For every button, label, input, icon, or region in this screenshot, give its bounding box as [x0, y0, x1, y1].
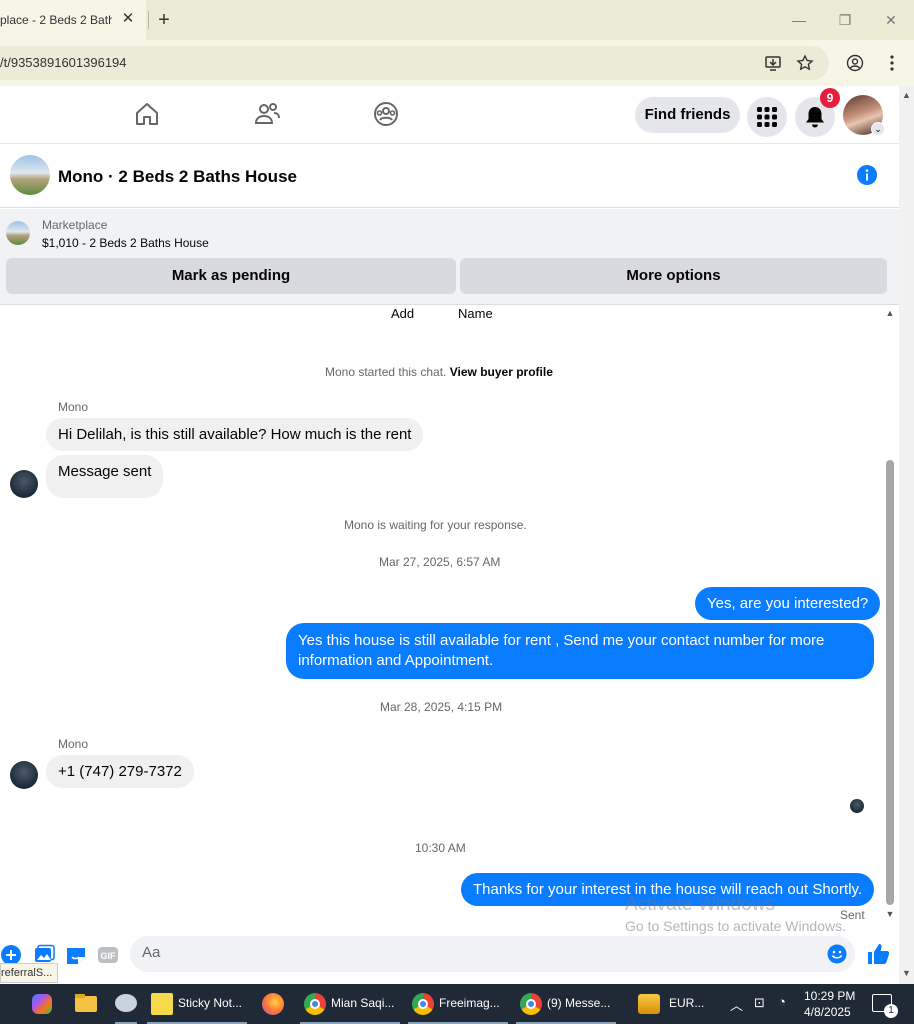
close-window-icon[interactable]: ✕	[881, 10, 901, 30]
taskbar-item-chrome-2[interactable]: Freeimag...	[408, 984, 508, 1024]
thumbs-up-icon[interactable]	[866, 942, 890, 966]
timestamp: 10:30 AM	[415, 841, 466, 855]
chevron-down-icon[interactable]: ⌄	[871, 122, 885, 136]
timestamp: Mar 28, 2025, 4:15 PM	[380, 700, 503, 714]
incoming-message[interactable]: Hi Delilah, is this still available? How…	[46, 418, 424, 451]
scroll-down-icon[interactable]: ▼	[885, 909, 895, 919]
outgoing-message[interactable]: Yes, are you interested?	[695, 587, 881, 620]
notification-center-badge: 1	[884, 1004, 898, 1018]
taskbar-item-sticky-notes[interactable]: Sticky Not...	[147, 984, 247, 1024]
sender-avatar[interactable]	[10, 470, 38, 498]
chat-header: Mono · 2 Beds 2 Baths House	[0, 145, 899, 208]
taskbar-item-currency-widget[interactable]: EUR...	[636, 984, 716, 1024]
activate-windows-watermark: Activate Windows	[625, 894, 775, 915]
groups-icon[interactable]	[372, 100, 400, 128]
sender-name: Mono	[58, 400, 89, 414]
page-scrollbar[interactable]: ▲ ▼	[899, 86, 914, 984]
home-icon[interactable]	[133, 100, 161, 128]
firefox-taskbar-icon[interactable]	[261, 984, 285, 1024]
scrollbar-thumb[interactable]	[886, 460, 894, 905]
taskbar-label: EUR...	[669, 996, 705, 1010]
grid-menu-icon	[757, 107, 777, 127]
info-icon[interactable]	[856, 164, 878, 186]
address-bar-row: /t/9353891601396194	[0, 40, 914, 86]
menu-button[interactable]	[747, 97, 787, 137]
sent-status: Sent	[840, 908, 865, 922]
marketplace-label: Marketplace	[42, 218, 108, 232]
view-buyer-profile-link[interactable]: View buyer profile	[450, 365, 553, 379]
mark-as-pending-button[interactable]: Mark as pending	[6, 258, 456, 294]
windows-taskbar: Sticky Not... Mian Saqi... Freeimag... (…	[0, 984, 914, 1024]
sender-avatar[interactable]	[10, 761, 38, 789]
add-label: Add	[391, 306, 415, 321]
taskbar-item-chrome-1[interactable]: Mian Saqi...	[300, 984, 400, 1024]
bell-icon	[806, 107, 824, 128]
chat-started-note: Mono started this chat. View buyer profi…	[325, 365, 553, 379]
incoming-message[interactable]: +1 (747) 279-7372	[46, 755, 194, 788]
incoming-message[interactable]: Message sent	[46, 455, 164, 498]
new-tab-button[interactable]: +	[155, 10, 173, 30]
paint-taskbar-icon[interactable]	[113, 984, 139, 1024]
scroll-down-icon[interactable]: ▼	[902, 968, 911, 978]
sticker-icon[interactable]	[65, 944, 87, 966]
friends-icon[interactable]	[253, 100, 281, 128]
find-friends-button[interactable]: Find friends	[635, 97, 740, 133]
taskbar-label: (9) Messe...	[547, 996, 611, 1010]
tab-title: place - 2 Beds 2 Bath	[0, 13, 112, 27]
emoji-icon[interactable]	[827, 944, 847, 964]
waiting-note: Mono is waiting for your response.	[344, 518, 527, 532]
clock-time: 10:29 PM	[804, 989, 856, 1003]
omnibox[interactable]: /t/9353891601396194	[0, 46, 829, 80]
activate-windows-subtext: Go to Settings to activate Windows.	[625, 918, 846, 934]
timestamp: Mar 27, 2025, 6:57 AM	[379, 555, 501, 569]
chat-title[interactable]: Mono · 2 Beds 2 Baths House	[58, 167, 297, 187]
taskbar-label: Mian Saqi...	[331, 996, 395, 1010]
tab-close-icon[interactable]: ✕	[120, 11, 136, 27]
chat-started-text: Mono started this chat.	[325, 365, 447, 379]
wifi-icon[interactable]: ◔	[778, 994, 786, 1009]
listing-thumbnail[interactable]	[6, 221, 30, 245]
chat-listing-thumbnail[interactable]	[10, 155, 50, 195]
notification-badge: 9	[820, 88, 840, 108]
system-clock[interactable]: 10:29 PM 4/8/2025	[804, 988, 855, 1020]
status-tooltip: referralS...	[0, 963, 58, 983]
minimize-icon[interactable]: —	[789, 10, 809, 30]
file-explorer-taskbar-icon[interactable]	[75, 984, 97, 1024]
restore-icon[interactable]: ❐	[835, 10, 855, 30]
taskbar-label: Freeimag...	[439, 996, 500, 1010]
more-options-button[interactable]: More options	[460, 258, 887, 294]
seen-avatar	[850, 799, 864, 813]
url-text[interactable]: /t/9353891601396194	[0, 55, 127, 70]
taskbar-item-chrome-messenger[interactable]: (9) Messe...	[516, 984, 616, 1024]
marketplace-listing-bar: Marketplace $1,010 - 2 Beds 2 Baths Hous…	[0, 209, 899, 305]
scroll-up-icon[interactable]: ▲	[902, 90, 911, 100]
browser-tabstrip: place - 2 Beds 2 Bath ✕ + — ❐ ✕	[0, 0, 914, 40]
facebook-top-nav: Find friends 9 ⌄	[0, 86, 899, 144]
sender-name: Mono	[58, 737, 89, 751]
gif-icon[interactable]: GIF	[97, 944, 119, 966]
message-composer: GIF	[0, 935, 899, 975]
copilot-taskbar-icon[interactable]	[30, 984, 54, 1024]
profile-icon[interactable]	[846, 54, 864, 72]
browser-menu-icon[interactable]	[883, 54, 901, 72]
message-scrollbar[interactable]: ▲ ▼	[884, 305, 896, 925]
message-input-box[interactable]	[130, 936, 855, 972]
network-icon[interactable]: ⊡	[754, 995, 765, 1011]
svg-text:GIF: GIF	[101, 951, 117, 961]
scroll-up-icon[interactable]: ▲	[885, 308, 895, 318]
browser-tab[interactable]: place - 2 Beds 2 Bath ✕	[0, 0, 146, 40]
outgoing-message[interactable]: Yes this house is still available for re…	[286, 623, 874, 679]
install-app-icon[interactable]	[764, 54, 782, 72]
tray-chevron-up-icon[interactable]: ︿	[730, 995, 743, 1014]
name-label: Name	[458, 306, 493, 321]
listing-price-title[interactable]: $1,010 - 2 Beds 2 Baths House	[42, 236, 209, 250]
message-input[interactable]	[142, 944, 822, 961]
tab-separator	[148, 11, 149, 29]
clock-date: 4/8/2025	[804, 1005, 851, 1019]
taskbar-label: Sticky Not...	[178, 996, 243, 1010]
bookmark-star-icon[interactable]	[796, 54, 814, 72]
